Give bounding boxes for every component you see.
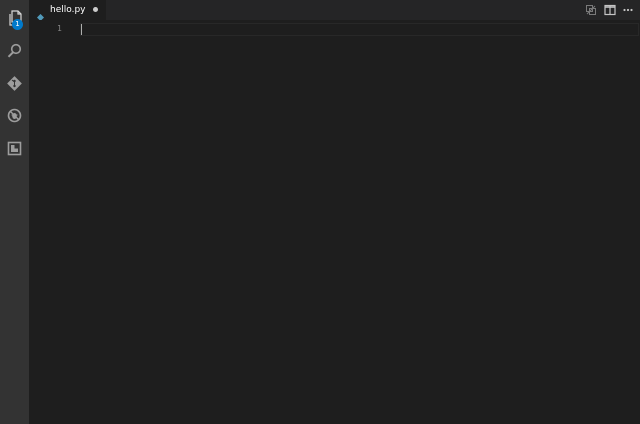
unsaved-dot-icon[interactable] — [93, 7, 98, 12]
editor-tab-strip: hello.py — [29, 0, 640, 22]
more-actions-icon — [622, 1, 634, 20]
current-line-highlight — [80, 23, 639, 36]
activity-explorer[interactable]: 1 — [0, 3, 29, 33]
more-actions-button[interactable] — [621, 3, 635, 17]
tab-label: hello.py — [50, 5, 86, 15]
debug-icon — [7, 108, 22, 123]
activity-bar: 1 — [0, 0, 29, 424]
extensions-icon — [7, 141, 22, 156]
open-changes-icon — [585, 1, 597, 20]
activity-source-control[interactable] — [0, 68, 29, 98]
activity-extensions[interactable] — [0, 133, 29, 163]
vscode-window: 1 hello.py 1 — [0, 0, 640, 424]
text-cursor — [81, 24, 82, 35]
activity-search[interactable] — [0, 35, 29, 65]
activity-debug[interactable] — [0, 100, 29, 130]
open-changes-button[interactable] — [584, 3, 598, 17]
tab-hello-py[interactable]: hello.py — [29, 0, 106, 22]
source-control-icon — [7, 75, 22, 91]
code-editor[interactable]: 1 — [29, 20, 640, 424]
explorer-badge: 1 — [12, 19, 23, 30]
python-file-icon — [36, 6, 45, 22]
split-editor-button[interactable] — [603, 3, 617, 17]
line-number: 1 — [57, 24, 62, 33]
split-editor-icon — [604, 1, 616, 20]
search-icon — [7, 43, 22, 58]
